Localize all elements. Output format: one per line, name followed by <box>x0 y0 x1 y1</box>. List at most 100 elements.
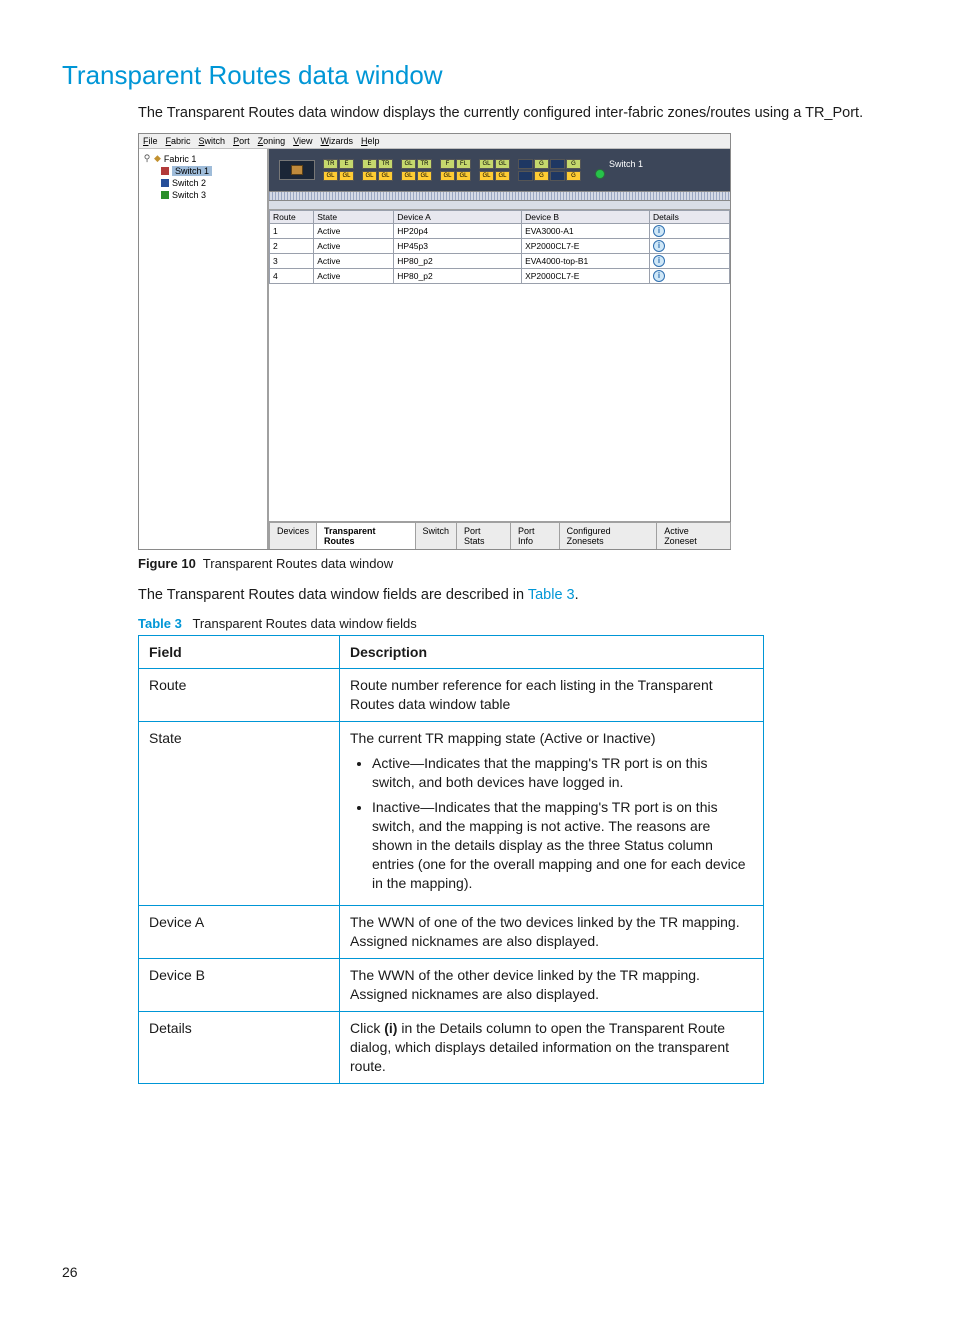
menu-item[interactable]: View <box>293 136 312 146</box>
cell: HP45p3 <box>394 239 522 254</box>
port-box[interactable] <box>550 159 565 169</box>
tree-root[interactable]: Fabric 1 <box>164 154 197 164</box>
tab-devices[interactable]: Devices <box>269 522 317 549</box>
status-led-icon <box>595 169 605 179</box>
port-group: TREGLGL <box>323 159 354 181</box>
details-cell: i <box>649 224 729 239</box>
port-box[interactable] <box>518 171 533 181</box>
port-box[interactable]: GL <box>440 171 455 181</box>
port-box[interactable]: TR <box>378 159 393 169</box>
switch-color-icon <box>161 167 169 175</box>
menu-item[interactable]: Fabric <box>166 136 191 146</box>
table-row[interactable]: 4ActiveHP80_p2XP2000CL7-Ei <box>270 269 730 284</box>
details-cell: i <box>649 239 729 254</box>
port-box[interactable]: FL <box>456 159 471 169</box>
routes-table: RouteStateDevice ADevice BDetails 1Activ… <box>269 210 730 284</box>
table-label: Table 3 <box>138 616 182 631</box>
routes-header[interactable]: Details <box>649 211 729 224</box>
table-row[interactable]: 3ActiveHP80_p2EVA4000-top-B1i <box>270 254 730 269</box>
tab-switch[interactable]: Switch <box>415 522 458 549</box>
cell: HP80_p2 <box>394 269 522 284</box>
body-paragraph: The Transparent Routes data window field… <box>138 585 892 605</box>
port-box[interactable] <box>550 171 565 181</box>
port-box[interactable]: GL <box>495 159 510 169</box>
routes-header[interactable]: Device B <box>522 211 650 224</box>
info-icon[interactable]: i <box>653 255 665 267</box>
tab-port-info[interactable]: Port Info <box>510 522 560 549</box>
section-title: Transparent Routes data window <box>62 60 892 91</box>
figure-text: Transparent Routes data window <box>203 556 393 571</box>
port-box[interactable] <box>518 159 533 169</box>
field-name: Details <box>139 1011 340 1083</box>
table-row[interactable]: 1ActiveHP20p4EVA3000-A1i <box>270 224 730 239</box>
tree-item[interactable]: Switch 2 <box>172 178 206 188</box>
menu-item[interactable]: Wizards <box>320 136 353 146</box>
separator-strip <box>269 191 730 201</box>
port-box[interactable]: G <box>534 171 549 181</box>
info-icon[interactable]: i <box>653 270 665 282</box>
port-box[interactable]: F <box>440 159 455 169</box>
menu-item[interactable]: Zoning <box>258 136 286 146</box>
cell: EVA3000-A1 <box>522 224 650 239</box>
field-desc: The WWN of one of the two devices linked… <box>340 906 764 959</box>
switch-color-icon <box>161 191 169 199</box>
switch-label: Switch 1 <box>609 159 643 169</box>
port-box[interactable]: G <box>566 159 581 169</box>
tree-item[interactable]: Switch 3 <box>172 190 206 200</box>
menu-item[interactable]: Switch <box>199 136 226 146</box>
cell: Active <box>314 254 394 269</box>
port-box[interactable]: GL <box>323 171 338 181</box>
cell: Active <box>314 269 394 284</box>
device-icon <box>279 160 315 180</box>
port-box[interactable]: GL <box>362 171 377 181</box>
field-desc: Click (i) in the Details column to open … <box>340 1011 764 1083</box>
port-box[interactable]: TR <box>417 159 432 169</box>
routes-header[interactable]: Device A <box>394 211 522 224</box>
fabric-icon: ◆ <box>154 153 161 164</box>
tab-active-zoneset[interactable]: Active Zoneset <box>656 522 731 549</box>
port-box[interactable]: GL <box>417 171 432 181</box>
port-box[interactable]: GL <box>401 171 416 181</box>
cell: 3 <box>270 254 314 269</box>
menubar: File Fabric Switch Port Zoning View Wizards Hel… <box>139 134 730 149</box>
port-group: GGGG <box>518 159 581 181</box>
fieldtable-header: Description <box>340 635 764 669</box>
tree-item[interactable]: Switch 1 <box>172 166 212 176</box>
port-box[interactable]: GL <box>378 171 393 181</box>
port-box[interactable]: GL <box>456 171 471 181</box>
field-desc: The WWN of the other device linked by th… <box>340 959 764 1012</box>
info-icon[interactable]: i <box>653 225 665 237</box>
table-row[interactable]: 2ActiveHP45p3XP2000CL7-Ei <box>270 239 730 254</box>
port-box[interactable]: GL <box>479 159 494 169</box>
table-caption: Table 3 Transparent Routes data window f… <box>138 616 892 631</box>
port-box[interactable]: G <box>534 159 549 169</box>
cell: 2 <box>270 239 314 254</box>
port-box[interactable]: GL <box>339 171 354 181</box>
details-cell: i <box>649 254 729 269</box>
table-link[interactable]: Table 3 <box>528 587 575 603</box>
routes-header[interactable]: Route <box>270 211 314 224</box>
cell: XP2000CL7-E <box>522 239 650 254</box>
tab-configured-zonesets[interactable]: Configured Zonesets <box>559 522 658 549</box>
tab-transparent-routes[interactable]: Transparent Routes <box>316 522 415 549</box>
tree-pane: ⚲◆Fabric 1Switch 1Switch 2Switch 3 <box>139 149 269 549</box>
cell: Active <box>314 239 394 254</box>
port-box[interactable]: TR <box>323 159 338 169</box>
tab-port-stats[interactable]: Port Stats <box>456 522 511 549</box>
port-box[interactable]: E <box>339 159 354 169</box>
port-box[interactable]: GL <box>495 171 510 181</box>
field-name: Device A <box>139 906 340 959</box>
tabstrip: DevicesTransparent RoutesSwitchPort Stat… <box>269 521 730 549</box>
menu-item[interactable]: Help <box>361 136 380 146</box>
port-box[interactable]: GL <box>479 171 494 181</box>
port-box[interactable]: E <box>362 159 377 169</box>
figure-label: Figure 10 <box>138 556 196 571</box>
info-icon[interactable]: i <box>653 240 665 252</box>
menu-item[interactable]: Port <box>233 136 250 146</box>
port-box[interactable]: GL <box>401 159 416 169</box>
port-box[interactable]: G <box>566 171 581 181</box>
port-group: ETRGLGL <box>362 159 393 181</box>
menu-item[interactable]: File <box>143 136 158 146</box>
cell: Active <box>314 224 394 239</box>
routes-header[interactable]: State <box>314 211 394 224</box>
